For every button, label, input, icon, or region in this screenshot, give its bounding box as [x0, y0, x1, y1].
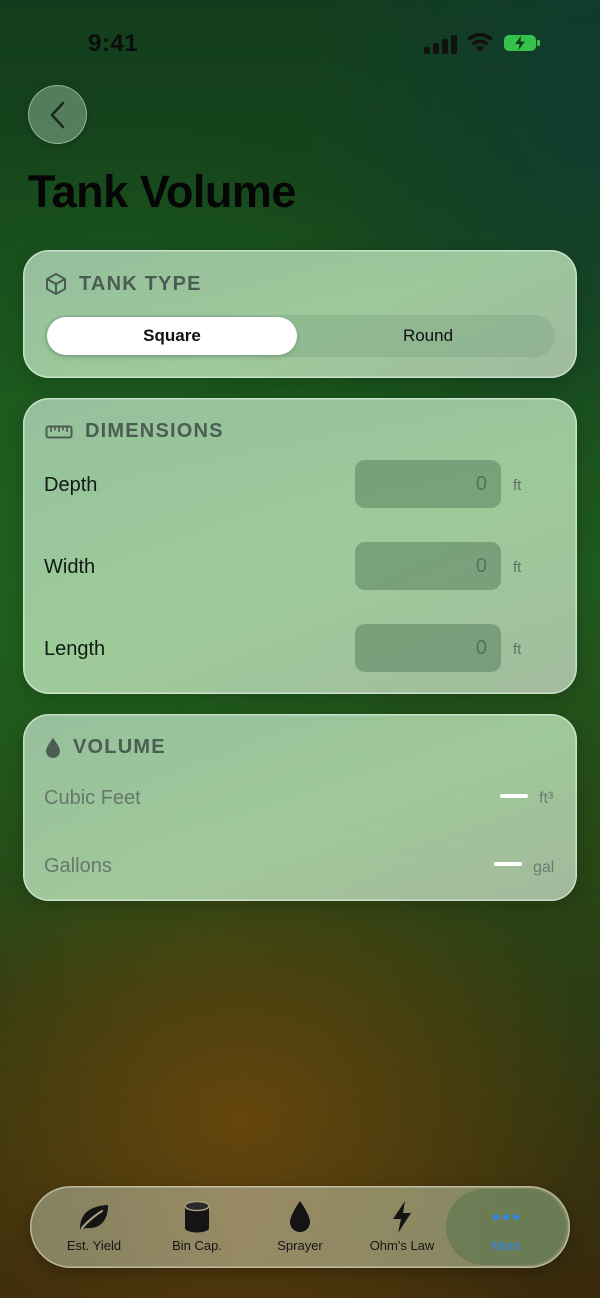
gallons-label: Gallons	[44, 855, 112, 877]
tab-bin-cap[interactable]: Bin Cap.	[145, 1186, 249, 1268]
width-input[interactable]	[355, 542, 501, 590]
gallons-unit: gal	[533, 859, 555, 876]
volume-title: VOLUME	[73, 736, 166, 758]
tab-sprayer-label: Sprayer	[277, 1238, 323, 1253]
battery-icon	[504, 35, 540, 51]
segment-round[interactable]: Round	[303, 317, 553, 355]
tab-est-yield[interactable]: Est. Yield	[42, 1186, 146, 1268]
bolt-icon	[393, 1201, 411, 1233]
tank-type-title: TANK TYPE	[79, 272, 202, 295]
tab-est-yield-label: Est. Yield	[66, 1238, 122, 1253]
ruler-icon	[45, 425, 73, 438]
tab-ohms-law[interactable]: Ohm's Law	[350, 1186, 454, 1268]
tab-bar: Est. Yield Bin Cap. Sprayer Ohm's Law Mo…	[30, 1186, 570, 1268]
length-input[interactable]	[355, 624, 501, 672]
tank-type-header: TANK TYPE	[45, 272, 202, 296]
dimensions-title: DIMENSIONS	[85, 420, 224, 442]
width-label: Width	[44, 556, 96, 578]
dimensions-card: DIMENSIONS Depth ft Width ft Length ft	[23, 398, 577, 694]
cubic-feet-value	[500, 794, 528, 798]
width-field-container	[355, 542, 501, 590]
segment-square[interactable]: Square	[47, 317, 297, 355]
page-title: Tank Volume	[28, 166, 296, 217]
depth-input[interactable]	[355, 460, 501, 508]
wifi-icon	[467, 32, 493, 52]
length-label: Length	[44, 638, 106, 660]
volume-header: VOLUME	[45, 736, 166, 759]
length-unit: ft	[513, 641, 522, 658]
length-field-container	[355, 624, 501, 672]
cylinder-icon	[184, 1200, 210, 1233]
width-unit: ft	[513, 559, 522, 576]
chevron-left-icon	[50, 101, 64, 128]
gallons-value	[494, 862, 522, 866]
cellular-signal-icon	[424, 34, 458, 54]
cubic-feet-unit: ft³	[539, 790, 554, 807]
tank-type-segmented-control: Square Round	[45, 315, 555, 357]
tab-sprayer[interactable]: Sprayer	[248, 1186, 352, 1268]
tab-bin-cap-label: Bin Cap.	[172, 1238, 222, 1253]
drop-icon	[46, 737, 60, 758]
volume-card: VOLUME Cubic Feet ft³ Gallons gal	[23, 714, 577, 901]
tab-more-label: More	[491, 1238, 521, 1253]
status-bar: 9:41	[0, 0, 600, 90]
tab-ohms-law-label: Ohm's Law	[369, 1238, 435, 1253]
back-button[interactable]	[28, 85, 87, 144]
drop-icon	[290, 1201, 310, 1232]
ellipsis-icon	[493, 1214, 519, 1220]
dimensions-header: DIMENSIONS	[45, 420, 224, 443]
cubic-feet-label: Cubic Feet	[44, 787, 141, 809]
depth-field-container	[355, 460, 501, 508]
depth-label: Depth	[44, 474, 98, 496]
depth-unit: ft	[513, 477, 522, 494]
status-time: 9:41	[88, 30, 139, 57]
tab-more[interactable]: More	[446, 1189, 566, 1265]
cube-icon	[46, 273, 66, 295]
leaf-icon	[80, 1205, 108, 1230]
tank-type-card: TANK TYPE Square Round	[23, 250, 577, 378]
